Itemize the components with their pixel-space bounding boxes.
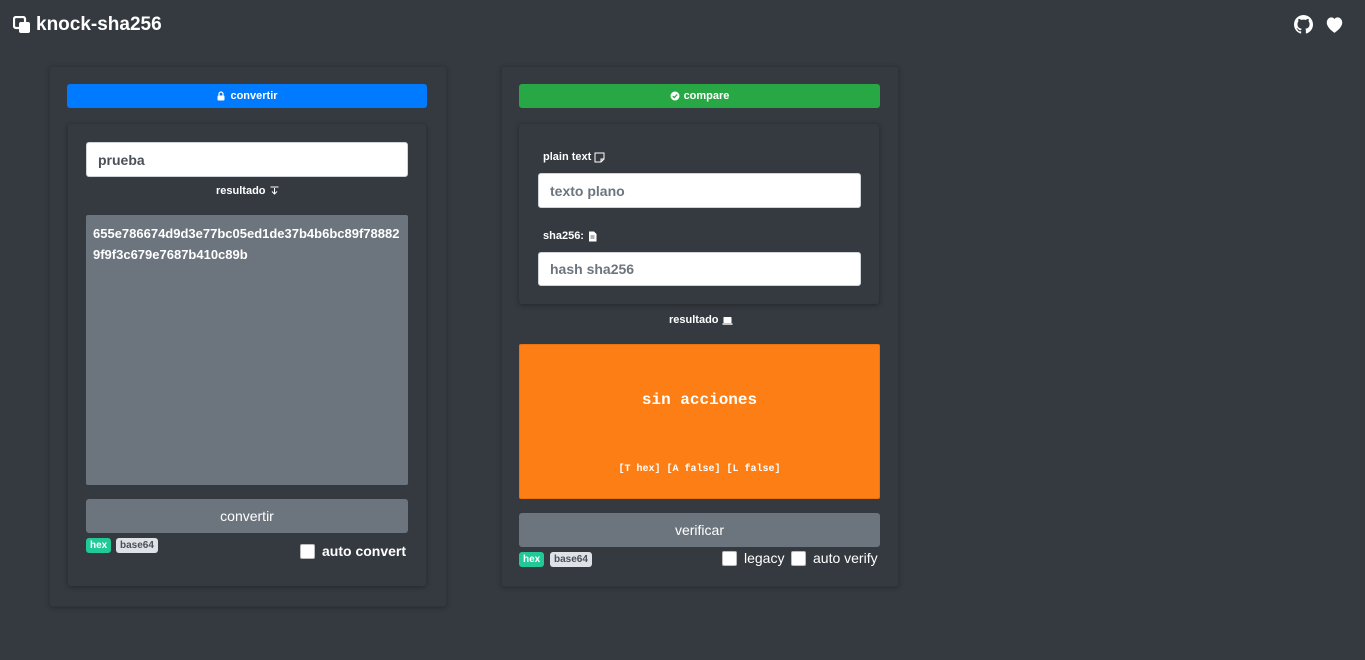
sha256-label-text: sha256: — [543, 230, 584, 242]
result-label: resultado — [216, 185, 280, 197]
auto-verify-checkbox[interactable]: auto verify — [791, 550, 878, 566]
auto-verify-box[interactable] — [791, 550, 806, 566]
plain-text-label: plain text — [543, 151, 605, 163]
compare-result-label-text: resultado — [669, 314, 719, 326]
heart-icon[interactable] — [1325, 15, 1344, 34]
navbar: knock-sha256 — [0, 0, 1365, 52]
brand[interactable]: knock-sha256 — [13, 14, 162, 36]
convert-header-label: convertir — [230, 90, 278, 102]
legacy-label: legacy — [744, 550, 785, 566]
auto-convert-label: auto convert — [322, 543, 407, 559]
github-icon[interactable] — [1294, 15, 1313, 34]
sticky-note-icon — [594, 152, 605, 162]
plain-text-label-text: plain text — [543, 151, 592, 163]
legacy-checkbox[interactable]: legacy — [722, 550, 784, 566]
status-title: sin acciones — [641, 391, 758, 409]
compare-plain-text-input[interactable] — [538, 173, 861, 208]
compare-header-label: compare — [683, 90, 730, 102]
verify-button[interactable]: verificar — [519, 513, 880, 547]
app-title: knock-sha256 — [36, 14, 162, 35]
convert-button[interactable]: convertir — [86, 499, 408, 533]
base64-badge[interactable]: base64 — [116, 538, 158, 553]
status-flags: [T hex] [A false] [L false] — [618, 464, 781, 475]
compare-hash-input[interactable] — [538, 252, 861, 286]
sha256-label: sha256: — [543, 230, 598, 242]
compare-header: compare — [519, 84, 880, 108]
lock-icon — [217, 91, 225, 101]
compare-hex-badge[interactable]: hex — [519, 552, 545, 567]
check-circle-icon — [670, 91, 680, 101]
compare-status-panel: sin acciones [T hex] [A false] [L false] — [519, 344, 880, 499]
file-icon — [588, 231, 597, 241]
laptop-icon — [722, 316, 733, 325]
result-label-text: resultado — [216, 185, 266, 197]
compare-result-label: resultado — [669, 314, 733, 326]
hash-result-area[interactable]: 655e786674d9d3e77bc05ed1de37b4b6bc89f788… — [86, 215, 408, 485]
arrow-down-to-line-icon — [270, 186, 279, 195]
auto-convert-checkbox[interactable]: auto convert — [300, 543, 406, 559]
convert-header: convertir — [67, 84, 427, 108]
hex-badge[interactable]: hex — [86, 538, 112, 553]
nav-icons — [1294, 15, 1344, 34]
auto-verify-label: auto verify — [813, 550, 878, 566]
copy-squares-icon — [13, 16, 30, 33]
auto-convert-box[interactable] — [300, 543, 315, 559]
legacy-box[interactable] — [722, 550, 737, 566]
plain-text-input[interactable] — [86, 142, 408, 177]
compare-base64-badge[interactable]: base64 — [550, 552, 592, 567]
